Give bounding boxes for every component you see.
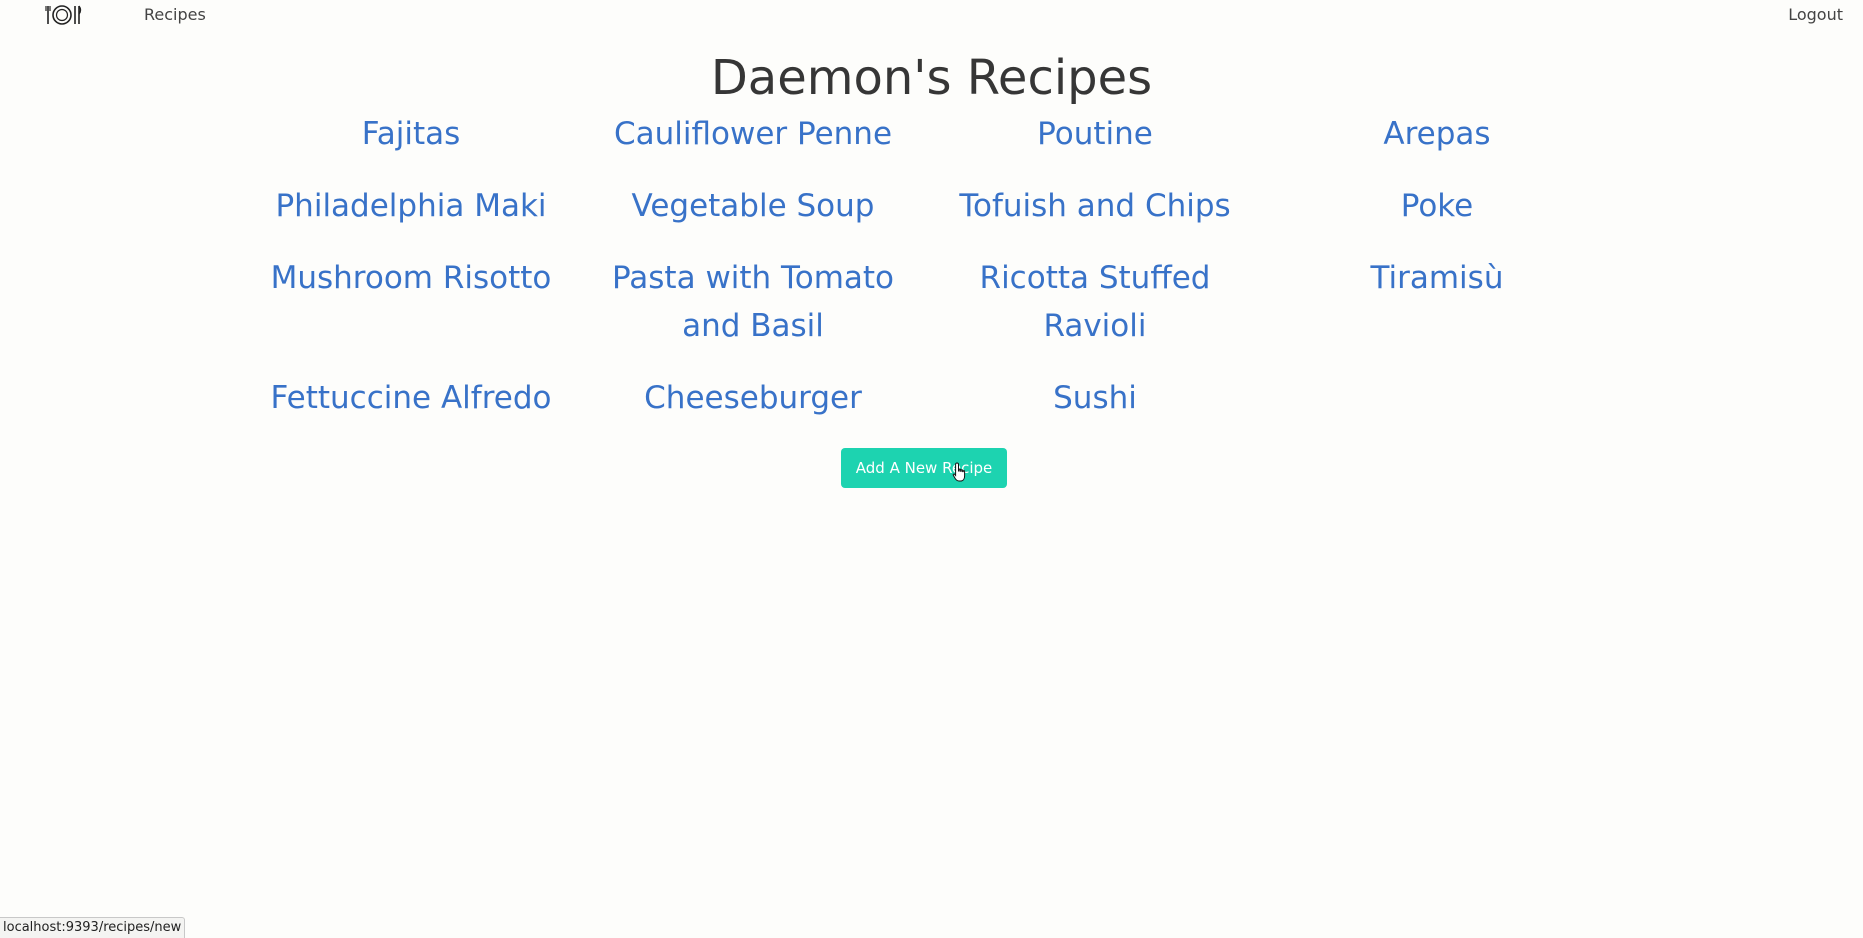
recipe-link-sushi[interactable]: Sushi [924,374,1266,422]
hand-cursor-icon [952,462,966,482]
recipe-link-cauliflower-penne[interactable]: Cauliflower Penne [582,110,924,158]
recipe-link-cheeseburger[interactable]: Cheeseburger [582,374,924,422]
nav-logout-link[interactable]: Logout [1788,6,1843,24]
recipe-link-tofuish-and-chips[interactable]: Tofuish and Chips [924,182,1266,230]
nav-recipes-link[interactable]: Recipes [144,6,206,24]
recipe-grid: Fajitas Cauliflower Penne Poutine Arepas… [240,110,1608,422]
recipe-link-pasta-with-tomato-and-basil[interactable]: Pasta with Tomato and Basil [582,254,924,350]
recipe-link-fettuccine-alfredo[interactable]: Fettuccine Alfredo [240,374,582,422]
recipe-link-philadelphia-maki[interactable]: Philadelphia Maki [240,182,582,230]
browser-status-bar: localhost:9393/recipes/new [0,917,186,938]
add-new-recipe-button[interactable]: Add A New Recipe [841,448,1007,488]
recipe-link-poutine[interactable]: Poutine [924,110,1266,158]
recipe-link-tiramisu[interactable]: Tiramisù [1266,254,1608,350]
recipe-link-fajitas[interactable]: Fajitas [240,110,582,158]
plate-fork-knife-icon[interactable] [44,4,84,26]
recipe-link-arepas[interactable]: Arepas [1266,110,1608,158]
recipe-link-mushroom-risotto[interactable]: Mushroom Risotto [240,254,582,350]
recipe-link-poke[interactable]: Poke [1266,182,1608,230]
recipe-link-ricotta-stuffed-ravioli[interactable]: Ricotta Stuffed Ravioli [924,254,1266,350]
recipe-link-vegetable-soup[interactable]: Vegetable Soup [582,182,924,230]
top-navbar: Recipes Logout [0,0,1863,30]
page-title: Daemon's Recipes [710,50,1153,106]
